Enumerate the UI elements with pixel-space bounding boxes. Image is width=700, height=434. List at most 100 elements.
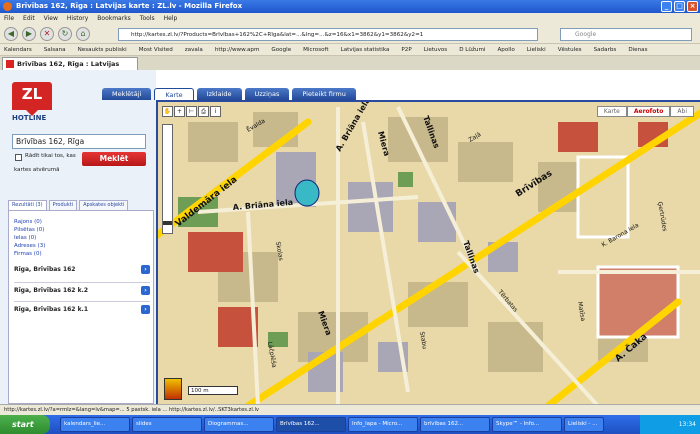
maximize-button[interactable]: □ [674, 1, 685, 12]
url-bar[interactable]: http://kartes.zl.lv/?Products=Brīvības+1… [118, 28, 538, 41]
only-visible-label: Rādīt tikai tos, kas [25, 153, 76, 159]
navigation-toolbar: ◀ ▶ ✕ ↻ ⌂ http://kartes.zl.lv/?Products=… [0, 24, 700, 44]
bookmark-item[interactable]: http://www.apm [215, 44, 260, 55]
map-toolbar: ✋ + ⊢ ⎙ i [162, 106, 252, 118]
pan-icon[interactable]: ✋ [162, 106, 173, 117]
category-link[interactable]: Ielas (0) [14, 234, 45, 242]
arrow-right-icon[interactable]: › [141, 265, 150, 274]
map-view-label: kartes atvērumā [14, 167, 60, 173]
bookmark-item[interactable]: Lietuvos [424, 44, 448, 55]
result-label: Rīga, Brīvības 162 k.1 [14, 306, 89, 313]
result-item[interactable]: Rīga, Brīvības 162 k.2 › [14, 282, 150, 295]
address-search-input[interactable]: Brīvības 162, Rīga [12, 134, 146, 149]
aerial-map: Valdemāra iela A. Briāna iela A. Briāna … [158, 102, 700, 404]
category-link[interactable]: Firmas (0) [14, 250, 45, 258]
tab-results[interactable]: Rezultāti (3) [8, 200, 47, 210]
print-icon[interactable]: ⎙ [198, 106, 209, 117]
taskbar-item[interactable]: Lieliski - ... [564, 417, 604, 432]
menu-help[interactable]: Help [164, 13, 178, 24]
only-visible-checkbox[interactable] [15, 154, 22, 161]
tab-search-engines[interactable]: Meklētāji [102, 88, 152, 100]
taskbar-item[interactable]: Skype™ - Info... [492, 417, 562, 432]
page-content: ZL HOTLINE Brīvības 162, Rīga Rādīt tika… [0, 70, 700, 404]
system-tray-clock: 13:34 [640, 415, 700, 434]
measure-icon[interactable]: ⊢ [186, 106, 197, 117]
view-both-tab[interactable]: Abi [670, 106, 694, 117]
home-icon[interactable]: ⌂ [76, 27, 90, 41]
search-button[interactable]: Meklēt [82, 152, 146, 166]
tab-strip: Brīvības 162, Rīga : Latvijas karte : Z.… [0, 56, 700, 80]
menu-bookmarks[interactable]: Bookmarks [97, 13, 131, 24]
bookmark-item[interactable]: Google [271, 44, 291, 55]
bookmark-item[interactable]: Kalendars [4, 44, 32, 55]
map-view-tabs: Karte Aerofoto Abi [596, 106, 694, 117]
view-map-tab[interactable]: Karte [596, 106, 627, 117]
tab-register-company[interactable]: Pieteikt firmu [292, 88, 356, 100]
category-link[interactable]: Pilsētas (0) [14, 226, 45, 234]
taskbar-item[interactable]: brīvības 162... [420, 417, 490, 432]
zoom-slider-handle[interactable] [163, 221, 172, 225]
bookmark-item[interactable]: Dienas [628, 44, 647, 55]
result-tabs: Rezultāti (3) Produkti Apskates objekti [8, 200, 154, 210]
taskbar-item[interactable]: Diogrammas... [204, 417, 274, 432]
reload-icon[interactable]: ↻ [58, 27, 72, 41]
location-marker[interactable] [294, 179, 320, 207]
taskbar-item[interactable]: kalendars_lie... [60, 417, 130, 432]
zoom-slider[interactable] [162, 124, 173, 234]
menu-history[interactable]: History [67, 13, 88, 24]
arrow-right-icon[interactable]: › [141, 286, 150, 295]
firefox-icon [3, 2, 12, 11]
category-list: Rajons (0) Pilsētas (0) Ielas (0) Adrese… [14, 218, 45, 258]
result-item[interactable]: Rīga, Brīvības 162 › [14, 265, 150, 274]
taskbar-item[interactable]: slides [132, 417, 202, 432]
bookmarks-toolbar: Kalendars Salsana Nesaukts publiski Most… [0, 44, 700, 56]
bookmark-item[interactable]: zavala [185, 44, 203, 55]
browser-tab[interactable]: Brīvības 162, Rīga : Latvijas karte : Z.… [2, 57, 138, 80]
bookmark-item[interactable]: Apollo [497, 44, 514, 55]
menu-view[interactable]: View [44, 13, 58, 24]
results-panel: Rajons (0) Pilsētas (0) Ielas (0) Adrese… [8, 210, 154, 404]
bookmark-item[interactable]: Lieliski [527, 44, 546, 55]
tab-sights[interactable]: Apskates objekti [79, 200, 129, 210]
info-icon[interactable]: i [210, 106, 221, 117]
bookmark-item[interactable]: Vēstules [558, 44, 582, 55]
bookmark-item[interactable]: D Lūžumi [459, 44, 485, 55]
menu-edit[interactable]: Edit [23, 13, 35, 24]
map-canvas[interactable]: Valdemāra iela A. Briāna iela A. Briāna … [156, 100, 700, 404]
window-title: Brīvības 162, Rīga : Latvijas karte : ZL… [16, 2, 243, 10]
menu-tools[interactable]: Tools [140, 13, 155, 24]
zoom-in-icon[interactable]: + [174, 106, 185, 117]
taskbar-item[interactable]: Brīvības 162... [276, 417, 346, 432]
close-button[interactable]: × [687, 1, 698, 12]
tab-entertainment[interactable]: Izklaide [196, 88, 242, 100]
taskbar-item[interactable]: Info_lapa - Micro... [348, 417, 418, 432]
zl-logo[interactable]: ZL [12, 82, 52, 116]
search-input[interactable]: Google [560, 28, 692, 41]
category-link[interactable]: Rajons (0) [14, 218, 45, 226]
tab-products[interactable]: Produkti [48, 200, 78, 210]
bookmark-item[interactable]: Sadarbs [594, 44, 617, 55]
forward-icon[interactable]: ▶ [22, 27, 36, 41]
menu-file[interactable]: File [4, 13, 14, 24]
map-scale: 100 m [188, 386, 238, 395]
back-icon[interactable]: ◀ [4, 27, 18, 41]
result-item[interactable]: Rīga, Brīvības 162 k.1 › [14, 301, 150, 314]
bookmark-item[interactable]: Latvijas statistika [341, 44, 390, 55]
start-button[interactable]: start [0, 415, 50, 434]
bookmark-item[interactable]: Microsoft [303, 44, 328, 55]
window-title-bar: Brīvības 162, Rīga : Latvijas karte : ZL… [0, 0, 700, 13]
tab-map[interactable]: Karte [154, 88, 194, 100]
arrow-right-icon[interactable]: › [141, 305, 150, 314]
zl-favicon-icon [6, 60, 14, 68]
stop-icon[interactable]: ✕ [40, 27, 54, 41]
category-link[interactable]: Adreses (3) [14, 242, 45, 250]
bookmark-item[interactable]: Nesaukts publiski [78, 44, 127, 55]
bookmark-item[interactable]: P2P [401, 44, 411, 55]
bookmark-item[interactable]: Salsana [44, 44, 66, 55]
bookmark-item[interactable]: Most Visited [139, 44, 173, 55]
minimize-button[interactable]: _ [661, 1, 672, 12]
tab-info[interactable]: Uzziņas [244, 88, 290, 100]
view-aerial-tab[interactable]: Aerofoto [626, 106, 671, 117]
result-label: Rīga, Brīvības 162 k.2 [14, 287, 89, 294]
status-bar: http://kartes.zl.lv/?a=rmIz=&lang=lv&map… [0, 404, 700, 415]
